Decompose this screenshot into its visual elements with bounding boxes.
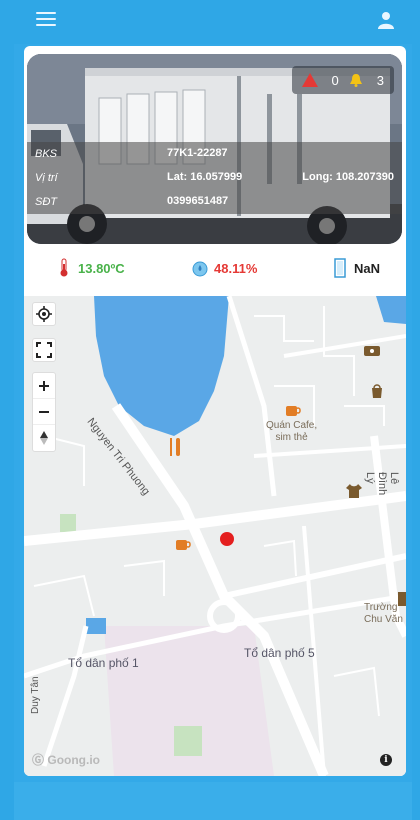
fullscreen-icon — [36, 342, 52, 358]
sensor-row: 13.80ºC 48.11% NaN — [24, 246, 406, 292]
door-value: NaN — [354, 260, 381, 276]
danger-triangle-icon — [301, 73, 318, 87]
temperature-sensor: 13.80ºC — [56, 258, 125, 278]
atm-poi-icon[interactable] — [364, 346, 380, 356]
top-bar — [14, 0, 412, 44]
thermometer-icon — [60, 258, 68, 277]
cafe-poi-label: Quán Cafe, sim thẻ — [266, 420, 317, 444]
fullscreen-button[interactable] — [32, 338, 56, 362]
cafe-poi-name: Quán Cafe, — [266, 420, 318, 431]
school-poi-subtitle: Chu Văn — [364, 614, 403, 625]
zoom-in-button[interactable] — [33, 373, 55, 399]
school-poi-label: Trường Chu Văn — [364, 602, 403, 626]
compass-icon — [40, 431, 48, 445]
zoom-out-button[interactable] — [33, 399, 55, 425]
cafe-poi-icon-2[interactable] — [176, 540, 192, 552]
clothing-poi-icon[interactable] — [346, 484, 362, 498]
vehicle-location-marker[interactable] — [220, 532, 234, 546]
plate-number: 77K1-22287 — [167, 147, 228, 159]
map-info-button[interactable]: i — [380, 754, 392, 766]
vehicle-info: BKS 77K1-22287 Vị trí Lat: 16.057999 Lon… — [27, 142, 402, 214]
menu-icon[interactable] — [36, 12, 56, 26]
warning-bell-icon — [349, 74, 362, 87]
minus-icon — [39, 410, 49, 413]
area-label-1: Tổ dân phố 1 — [68, 656, 139, 670]
locate-button[interactable] — [32, 302, 56, 326]
phone-row: SĐT 0399651487 — [27, 192, 402, 212]
bottom-bar — [14, 782, 412, 820]
school-poi-name: Trường — [364, 602, 398, 613]
door-sensor: NaN — [332, 258, 380, 278]
phone-label: SĐT — [35, 196, 57, 208]
door-icon — [334, 258, 346, 278]
map-canvas — [24, 296, 406, 776]
warning-count: 3 — [376, 72, 384, 88]
longitude: Long: 108.207390 — [302, 171, 394, 183]
map-view[interactable]: Quán Cafe, sim thẻ Nguyen Tri Phuong Lê … — [24, 296, 406, 776]
vehicle-card[interactable]: 0 3 BKS 77K1-22287 Vị trí Lat: 16.057999… — [27, 54, 402, 244]
alert-summary[interactable]: 0 3 — [291, 66, 394, 94]
area-label-5: Tổ dân phố 5 — [244, 646, 315, 660]
map-logo-text: Goong.io — [47, 753, 101, 767]
location-row: Vị trí Lat: 16.057999 Long: 108.207390 — [27, 168, 402, 188]
shopping-poi-icon[interactable] — [370, 384, 384, 398]
restaurant-poi-icon[interactable] — [168, 438, 182, 456]
app-frame: 0 3 BKS 77K1-22287 Vị trí Lat: 16.057999… — [0, 0, 420, 820]
street-label-le-dinh-ly: Lê Đình Lý — [364, 472, 400, 496]
plate-row: BKS 77K1-22287 — [27, 144, 402, 164]
phone-number: 0399651487 — [167, 195, 229, 207]
crosshair-icon — [36, 306, 52, 322]
temperature-value: 13.80ºC — [78, 260, 125, 276]
humidity-value: 48.11% — [214, 260, 258, 276]
location-label: Vị trí — [35, 172, 58, 184]
street-label-duy-tan: Duy Tân — [30, 676, 41, 714]
plate-label: BKS — [35, 148, 58, 160]
cafe-poi-subtitle: sim thẻ — [275, 432, 308, 443]
plus-icon — [39, 380, 49, 391]
content-panel: 0 3 BKS 77K1-22287 Vị trí Lat: 16.057999… — [24, 46, 406, 776]
user-icon[interactable] — [376, 10, 396, 30]
zoom-controls — [32, 372, 56, 452]
latitude: Lat: 16.057999 — [167, 171, 243, 183]
cafe-poi-icon[interactable] — [286, 406, 302, 418]
phone-screen: 0 3 BKS 77K1-22287 Vị trí Lat: 16.057999… — [14, 0, 412, 820]
humidity-sensor: 48.11% — [192, 258, 257, 278]
danger-count: 0 — [331, 72, 339, 88]
map-logo-icon: Ⓖ — [32, 753, 45, 767]
humidity-icon — [192, 261, 208, 277]
compass-button[interactable] — [33, 425, 55, 451]
map-provider-logo: Ⓖ Goong.io — [32, 751, 100, 768]
